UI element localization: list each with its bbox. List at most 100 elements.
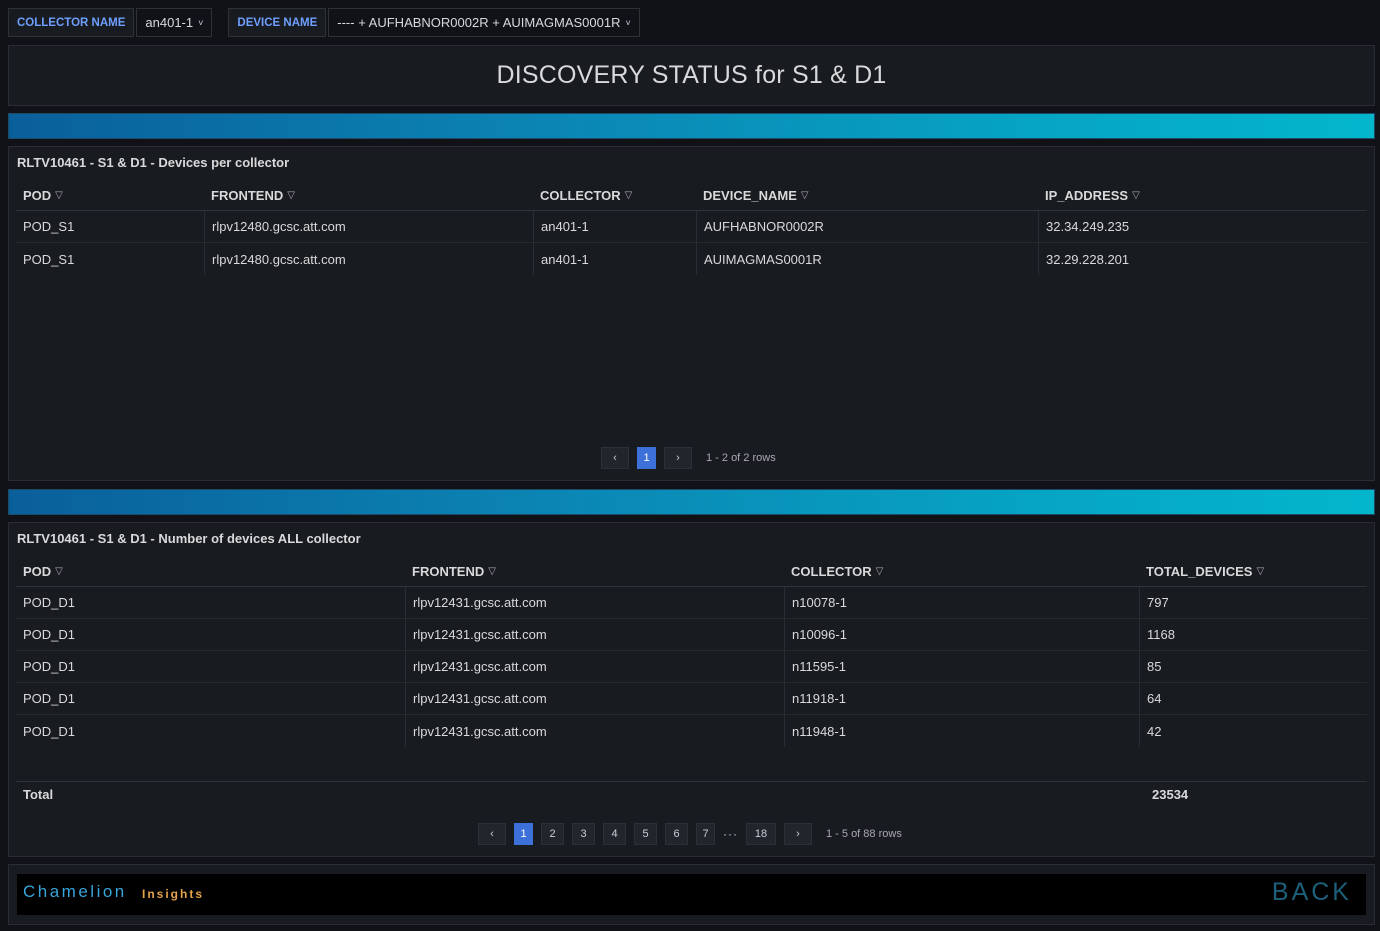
- section-divider-bar: [8, 489, 1375, 515]
- filter-icon[interactable]: ▽: [876, 566, 884, 577]
- filter-icon[interactable]: ▽: [55, 190, 63, 201]
- table-row: POD_S1 rlpv12480.gcsc.att.com an401-1 AU…: [16, 243, 1367, 275]
- next-page-button[interactable]: ›: [784, 823, 812, 845]
- total-value: 23534: [1152, 787, 1189, 802]
- footer-banner: Chamelion Insights BACK: [17, 874, 1366, 915]
- cell-collector: n11918-1: [784, 683, 1139, 714]
- cell-pod: POD_D1: [23, 627, 76, 642]
- page-button-1[interactable]: 1: [514, 823, 533, 845]
- page-ellipsis: ···: [723, 827, 738, 841]
- column-header-frontend[interactable]: FRONTEND ▽: [204, 181, 533, 210]
- cell-pod: POD_D1: [23, 691, 76, 706]
- cell-total-devices: 64: [1139, 683, 1367, 714]
- column-header-frontend[interactable]: FRONTEND ▽: [405, 557, 784, 586]
- cell-collector: n10096-1: [784, 619, 1139, 650]
- page-button-2[interactable]: 2: [541, 823, 564, 845]
- column-header-collector[interactable]: COLLECTOR ▽: [533, 181, 696, 210]
- brand-logo-text: Chamelion: [23, 882, 127, 901]
- table-row: POD_D1 rlpv12431.gcsc.att.com n11948-1 4…: [16, 715, 1367, 747]
- devices-all-collector-panel: RLTV10461 - S1 & D1 - Number of devices …: [8, 522, 1375, 857]
- prev-page-button[interactable]: ‹: [601, 447, 629, 469]
- devices-per-collector-panel: RLTV10461 - S1 & D1 - Devices per collec…: [8, 146, 1375, 481]
- cell-pod: POD_D1: [23, 659, 76, 674]
- page-button-5[interactable]: 5: [634, 823, 657, 845]
- cell-device-name: AUFHABNOR0002R: [696, 211, 1038, 242]
- filter-icon[interactable]: ▽: [488, 566, 496, 577]
- cell-total-devices: 85: [1139, 651, 1367, 682]
- cell-total-devices: 42: [1139, 715, 1367, 747]
- cell-frontend: rlpv12480.gcsc.att.com: [204, 211, 533, 242]
- column-header-ip-address[interactable]: IP_ADDRESS ▽: [1038, 181, 1367, 210]
- page-button-4[interactable]: 4: [603, 823, 626, 845]
- cell-frontend: rlpv12431.gcsc.att.com: [405, 651, 784, 682]
- pagination: ‹ 1 › 1 - 2 of 2 rows: [601, 447, 776, 469]
- section-divider-bar: [8, 113, 1375, 139]
- page-button-6[interactable]: 6: [665, 823, 688, 845]
- page-button-7[interactable]: 7: [696, 823, 715, 845]
- row-count-info: 1 - 5 of 88 rows: [826, 828, 902, 840]
- table-row: POD_D1 rlpv12431.gcsc.att.com n11918-1 6…: [16, 683, 1367, 715]
- table-header-row: POD ▽ FRONTEND ▽ COLLECTOR ▽ DEVICE_NAME ▽ I…: [16, 181, 1367, 211]
- table-row: POD_D1 rlpv12431.gcsc.att.com n10096-1 1…: [16, 619, 1367, 651]
- cell-pod: POD_D1: [23, 723, 76, 739]
- cell-pod: POD_D1: [23, 595, 76, 610]
- panel-title: RLTV10461 - S1 & D1 - Devices per collec…: [17, 155, 290, 170]
- cell-total-devices: 797: [1139, 587, 1367, 618]
- filter-icon[interactable]: ▽: [625, 190, 633, 201]
- row-count-info: 1 - 2 of 2 rows: [706, 452, 776, 464]
- next-page-button[interactable]: ›: [664, 447, 692, 469]
- title-panel: DISCOVERY STATUS for S1 & D1: [8, 45, 1375, 106]
- cell-frontend: rlpv12431.gcsc.att.com: [405, 683, 784, 714]
- page-button-18[interactable]: 18: [746, 823, 776, 845]
- brand-logo-subtext: Insights: [142, 887, 205, 901]
- table-row: POD_D1 rlpv12431.gcsc.att.com n11595-1 8…: [16, 651, 1367, 683]
- device-name-select[interactable]: ---- + AUFHABNOR0002R + AUIMAGMAS0001R ˅: [328, 8, 640, 37]
- table-row: POD_D1 rlpv12431.gcsc.att.com n10078-1 7…: [16, 587, 1367, 619]
- column-header-total-devices[interactable]: TOTAL_DEVICES ▽: [1139, 557, 1367, 586]
- collector-name-value: an401-1: [145, 15, 194, 30]
- table-row: POD_S1 rlpv12480.gcsc.att.com an401-1 AU…: [16, 211, 1367, 243]
- cell-ip-address: 32.34.249.235: [1038, 211, 1367, 242]
- devices-table: POD ▽ FRONTEND ▽ COLLECTOR ▽ DEVICE_NAME ▽ I…: [16, 181, 1367, 275]
- column-header-pod[interactable]: POD ▽: [16, 557, 405, 586]
- page-button-3[interactable]: 3: [572, 823, 595, 845]
- chevron-down-icon: ˅: [625, 17, 631, 28]
- table-footer-total-row: Total 23534: [16, 781, 1367, 807]
- page-button-1[interactable]: 1: [637, 447, 656, 469]
- total-label: Total: [23, 787, 54, 802]
- cell-collector: an401-1: [533, 243, 696, 275]
- cell-device-name: AUIMAGMAS0001R: [696, 243, 1038, 275]
- filter-icon[interactable]: ▽: [55, 566, 63, 577]
- cell-ip-address: 32.29.228.201: [1038, 243, 1367, 275]
- pagination: ‹ 1 2 3 4 5 6 7 ··· 18 › 1 - 5 of 88 row…: [478, 823, 902, 845]
- collector-name-label: COLLECTOR NAME: [8, 8, 135, 37]
- variables-bar: COLLECTOR NAME an401-1 ˅ DEVICE NAME ---…: [8, 8, 640, 37]
- footer-panel: Chamelion Insights BACK: [8, 864, 1375, 925]
- column-header-pod[interactable]: POD ▽: [16, 181, 204, 210]
- table-header-row: POD ▽ FRONTEND ▽ COLLECTOR ▽ TOTAL_DEVICES ▽: [16, 557, 1367, 587]
- cell-collector: n10078-1: [784, 587, 1139, 618]
- cell-collector: n11948-1: [784, 715, 1139, 747]
- filter-icon[interactable]: ▽: [801, 190, 809, 201]
- filter-icon[interactable]: ▽: [1256, 566, 1264, 577]
- filter-icon[interactable]: ▽: [1132, 190, 1140, 201]
- device-name-label: DEVICE NAME: [228, 8, 327, 37]
- column-header-device-name[interactable]: DEVICE_NAME ▽: [696, 181, 1038, 210]
- column-header-collector[interactable]: COLLECTOR ▽: [784, 557, 1139, 586]
- cell-frontend: rlpv12431.gcsc.att.com: [405, 715, 784, 747]
- filter-icon[interactable]: ▽: [287, 190, 295, 201]
- cell-pod: POD_S1: [23, 251, 75, 267]
- collector-totals-table: POD ▽ FRONTEND ▽ COLLECTOR ▽ TOTAL_DEVICES ▽…: [16, 557, 1367, 747]
- cell-collector: n11595-1: [784, 651, 1139, 682]
- cell-frontend: rlpv12480.gcsc.att.com: [204, 243, 533, 275]
- cell-frontend: rlpv12431.gcsc.att.com: [405, 619, 784, 650]
- collector-name-select[interactable]: an401-1 ˅: [136, 8, 213, 37]
- cell-pod: POD_S1: [23, 219, 75, 234]
- cell-total-devices: 1168: [1139, 619, 1367, 650]
- device-name-value: ---- + AUFHABNOR0002R + AUIMAGMAS0001R: [337, 15, 621, 30]
- page-title: DISCOVERY STATUS for S1 & D1: [496, 61, 887, 89]
- cell-collector: an401-1: [533, 211, 696, 242]
- prev-page-button[interactable]: ‹: [478, 823, 506, 845]
- panel-title: RLTV10461 - S1 & D1 - Number of devices …: [17, 531, 361, 546]
- back-link[interactable]: BACK: [1272, 878, 1352, 907]
